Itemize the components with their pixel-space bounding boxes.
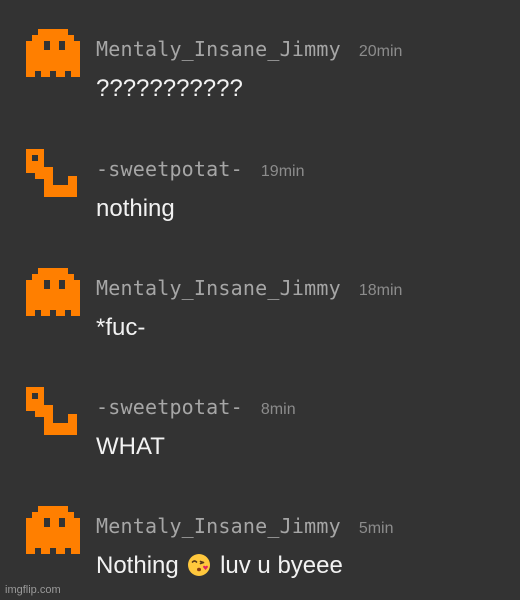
message-header: -sweetpotat- 8min (96, 394, 296, 423)
username[interactable]: Mentaly_Insane_Jimmy (96, 37, 341, 61)
username[interactable]: -sweetpotat- (96, 395, 243, 419)
message-text-part: Nothing (96, 552, 179, 579)
chat-message: -sweetpotat- 8min WHAT (0, 358, 520, 468)
timestamp: 20min (358, 43, 403, 60)
username[interactable]: Mentaly_Insane_Jimmy (96, 276, 341, 300)
message-text-part: luv u byeee (220, 552, 343, 579)
pixel-ghost-icon[interactable] (26, 29, 80, 77)
message-header: Mentaly_Insane_Jimmy 18min (96, 275, 402, 304)
chat-thread: Mentaly_Insane_Jimmy 20min ??????????? -s… (0, 0, 520, 600)
timestamp: 8min (260, 401, 296, 418)
message-text: nothing (96, 195, 175, 222)
message-text: WHAT (96, 433, 165, 460)
kissing-face-emoji (187, 553, 211, 577)
username[interactable]: -sweetpotat- (96, 157, 243, 181)
chat-message: Mentaly_Insane_Jimmy 5min Nothing luv u b… (0, 477, 520, 587)
message-header: Mentaly_Insane_Jimmy 20min (96, 36, 402, 65)
message-text: Nothing luv u byeee (96, 551, 343, 581)
watermark: imgflip.com (5, 584, 61, 596)
message-header: -sweetpotat- 19min (96, 156, 304, 185)
chat-message: -sweetpotat- 19min nothing (0, 120, 520, 230)
pixel-hook-icon[interactable] (26, 387, 80, 435)
pixel-hook-icon[interactable] (26, 149, 80, 197)
timestamp: 5min (358, 520, 394, 537)
username[interactable]: Mentaly_Insane_Jimmy (96, 514, 341, 538)
message-text: ??????????? (96, 75, 243, 102)
chat-message: Mentaly_Insane_Jimmy 20min ??????????? (0, 0, 520, 110)
message-text: *fuc- (96, 314, 146, 341)
timestamp: 18min (358, 282, 403, 299)
chat-message: Mentaly_Insane_Jimmy 18min *fuc- (0, 239, 520, 349)
timestamp: 19min (260, 163, 305, 180)
pixel-ghost-icon[interactable] (26, 268, 80, 316)
pixel-ghost-icon[interactable] (26, 506, 80, 554)
message-header: Mentaly_Insane_Jimmy 5min (96, 513, 394, 542)
